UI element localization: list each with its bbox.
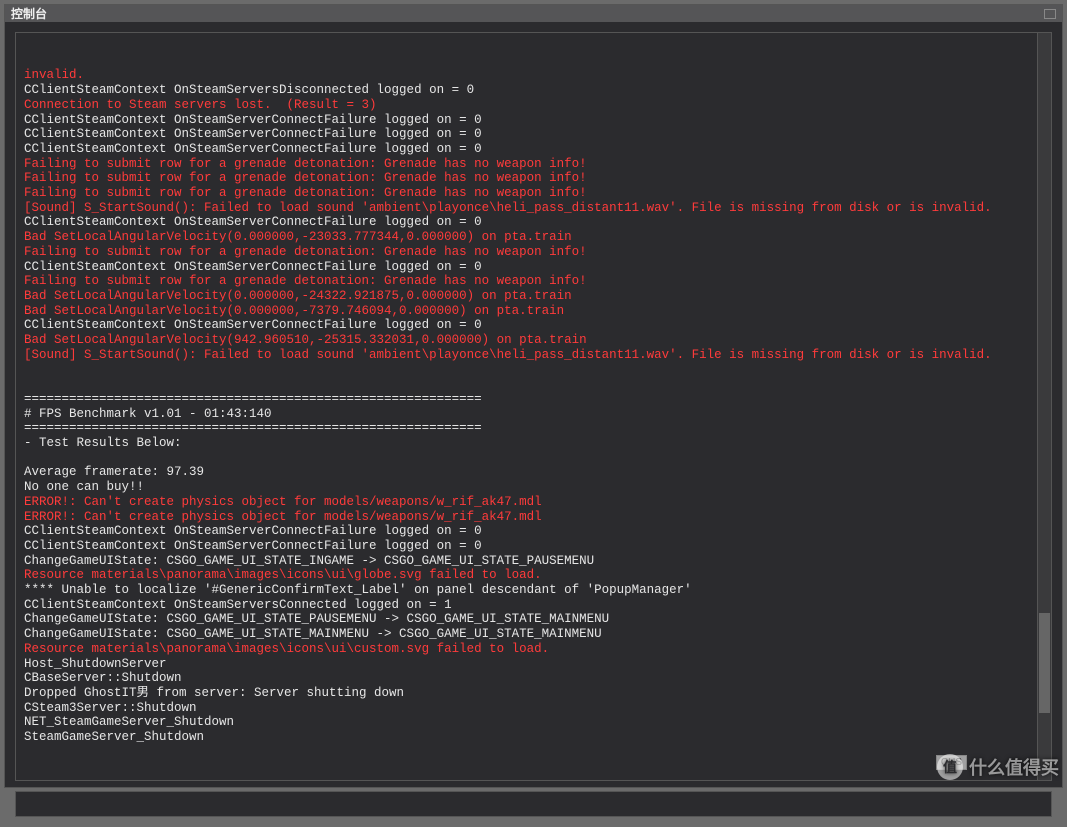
log-line: Bad SetLocalAngularVelocity(0.000000,-24…: [24, 289, 1043, 304]
log-line: CClientSteamContext OnSteamServerConnect…: [24, 142, 1043, 157]
log-line: CBaseServer::Shutdown: [24, 671, 1043, 686]
log-line: CClientSteamContext OnSteamServerConnect…: [24, 113, 1043, 128]
log-line: - Test Results Below:: [24, 436, 1043, 451]
window-controls: [1044, 9, 1056, 19]
log-line: [24, 362, 1043, 377]
log-line: Resource materials\panorama\images\icons…: [24, 642, 1043, 657]
log-line: ========================================…: [24, 392, 1043, 407]
log-line: ========================================…: [24, 421, 1043, 436]
log-line: SteamGameServer_Shutdown: [24, 730, 1043, 745]
titlebar[interactable]: 控制台: [5, 5, 1062, 22]
log-line: ChangeGameUIState: CSGO_GAME_UI_STATE_PA…: [24, 612, 1043, 627]
log-line: CClientSteamContext OnSteamServerConnect…: [24, 524, 1043, 539]
log-line: Dropped GhostIT男 from server: Server shu…: [24, 686, 1043, 701]
console-input-row: [15, 791, 1052, 817]
ime-indicator: CHS: [936, 755, 967, 770]
log-line: CClientSteamContext OnSteamServerConnect…: [24, 127, 1043, 142]
window-content: invalid.CClientSteamContext OnSteamServe…: [5, 22, 1062, 827]
log-line: Failing to submit row for a grenade deto…: [24, 157, 1043, 172]
log-line: Bad SetLocalAngularVelocity(0.000000,-23…: [24, 230, 1043, 245]
log-line: ERROR!: Can't create physics object for …: [24, 495, 1043, 510]
log-line: Failing to submit row for a grenade deto…: [24, 171, 1043, 186]
log-line: ChangeGameUIState: CSGO_GAME_UI_STATE_MA…: [24, 627, 1043, 642]
scrollbar[interactable]: [1037, 33, 1051, 780]
scrollbar-thumb[interactable]: [1039, 613, 1050, 713]
log-line: CClientSteamContext OnSteamServerConnect…: [24, 539, 1043, 554]
log-line: Connection to Steam servers lost. (Resul…: [24, 98, 1043, 113]
log-line: ChangeGameUIState: CSGO_GAME_UI_STATE_IN…: [24, 554, 1043, 569]
log-line: CSteam3Server::Shutdown: [24, 701, 1043, 716]
log-line: Host_ShutdownServer: [24, 657, 1043, 672]
log-line: Average framerate: 97.39: [24, 465, 1043, 480]
log-line: Failing to submit row for a grenade deto…: [24, 274, 1043, 289]
log-line: # FPS Benchmark v1.01 - 01:43:140: [24, 407, 1043, 422]
log-line: [24, 377, 1043, 392]
log-line: Failing to submit row for a grenade deto…: [24, 186, 1043, 201]
log-line: CClientSteamContext OnSteamServerConnect…: [24, 318, 1043, 333]
log-line: [24, 451, 1043, 466]
window-title: 控制台: [11, 5, 47, 22]
log-line: CClientSteamContext OnSteamServerConnect…: [24, 260, 1043, 275]
maximize-icon[interactable]: [1044, 9, 1056, 19]
log-line: CClientSteamContext OnSteamServerConnect…: [24, 215, 1043, 230]
log-line: Failing to submit row for a grenade deto…: [24, 245, 1043, 260]
log-line: CClientSteamContext OnSteamServersConnec…: [24, 598, 1043, 613]
log-line: CClientSteamContext OnSteamServersDiscon…: [24, 83, 1043, 98]
log-line: NET_SteamGameServer_Shutdown: [24, 715, 1043, 730]
console-log[interactable]: invalid.CClientSteamContext OnSteamServe…: [15, 32, 1052, 781]
log-line: Resource materials\panorama\images\icons…: [24, 568, 1043, 583]
log-line: Bad SetLocalAngularVelocity(0.000000,-73…: [24, 304, 1043, 319]
log-line: Bad SetLocalAngularVelocity(942.960510,-…: [24, 333, 1043, 348]
console-window: 控制台 invalid.CClientSteamContext OnSteamS…: [4, 4, 1063, 788]
log-line: ERROR!: Can't create physics object for …: [24, 510, 1043, 525]
log-line: [Sound] S_StartSound(): Failed to load s…: [24, 348, 1043, 363]
log-line: [Sound] S_StartSound(): Failed to load s…: [24, 201, 1043, 216]
log-line: **** Unable to localize '#GenericConfirm…: [24, 583, 1043, 598]
log-line: invalid.: [24, 68, 1043, 83]
console-input[interactable]: [22, 797, 1045, 811]
log-line: No one can buy!!: [24, 480, 1043, 495]
